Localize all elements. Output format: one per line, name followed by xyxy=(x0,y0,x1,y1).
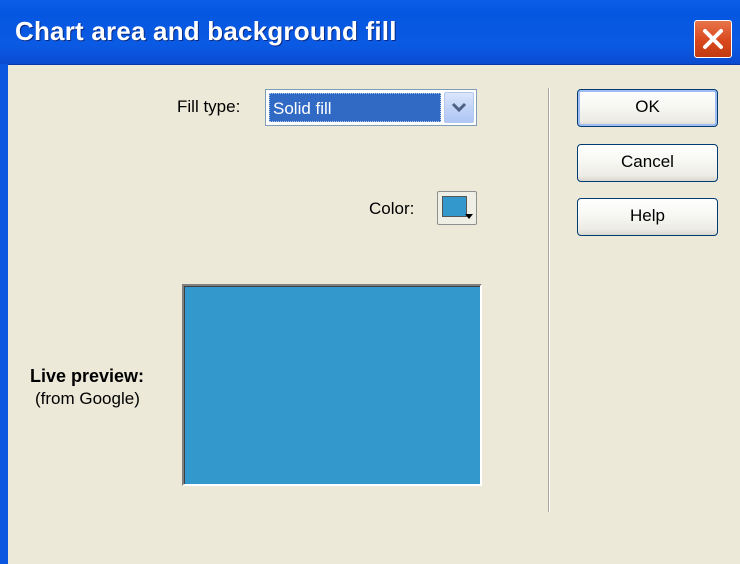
dialog-window: Chart area and background fill Fill type… xyxy=(0,0,740,564)
ok-button[interactable]: OK xyxy=(577,89,718,127)
live-preview-panel xyxy=(182,284,482,486)
color-swatch-fill xyxy=(442,196,467,217)
chevron-down-icon xyxy=(451,102,467,113)
fill-type-select[interactable]: Solid fill xyxy=(265,89,477,126)
fill-type-dropdown-button[interactable] xyxy=(444,92,474,123)
live-preview-label: Live preview: xyxy=(30,366,145,386)
help-button[interactable]: Help xyxy=(577,198,718,236)
fill-type-selected-value: Solid fill xyxy=(269,93,441,122)
triangle-down-icon xyxy=(465,214,473,219)
fill-type-label: Fill type: xyxy=(177,97,241,116)
color-label: Color: xyxy=(369,199,415,218)
close-icon xyxy=(703,29,723,49)
cancel-button[interactable]: Cancel xyxy=(577,144,718,182)
live-preview-source: (from Google) xyxy=(35,389,140,408)
vertical-divider xyxy=(548,88,550,512)
close-button[interactable] xyxy=(694,20,732,58)
live-preview-fill xyxy=(184,286,480,484)
title-bar[interactable]: Chart area and background fill xyxy=(0,0,740,65)
color-picker-button[interactable] xyxy=(437,191,477,225)
dialog-title: Chart area and background fill xyxy=(15,16,397,46)
window-border xyxy=(0,64,8,564)
